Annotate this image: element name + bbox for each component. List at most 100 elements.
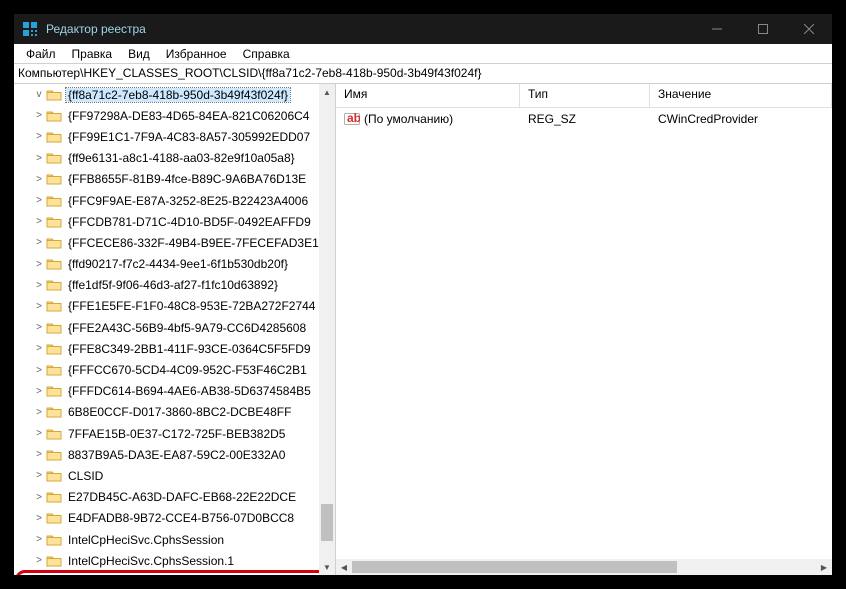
expand-icon[interactable]: > (32, 259, 46, 270)
tree-item[interactable]: >{BDEADE7F-C265-11D0-BCED-00A0C90AB (14, 571, 335, 575)
expand-icon[interactable]: > (32, 322, 46, 333)
tree-item[interactable]: >{ffe1df5f-9f06-46d3-af27-f1fc10d63892} (14, 275, 335, 296)
folder-icon (46, 533, 62, 547)
folder-icon (46, 490, 62, 504)
expand-icon[interactable]: > (32, 428, 46, 439)
window: Редактор реестра Файл Правка Вид Избранн… (11, 11, 835, 578)
tree-item[interactable]: > {FFE2A43C-56B9-4bf5-9A79-CC6D4285608 (14, 317, 335, 338)
tree-item[interactable]: >6B8E0CCF-D017-3860-8BC2-DCBE48FF (14, 402, 335, 423)
expand-icon[interactable]: > (32, 492, 46, 503)
expand-icon[interactable]: > (32, 153, 46, 164)
tree-item[interactable]: >{ff9e6131-a8c1-4188-aa03-82e9f10a05a8} (14, 148, 335, 169)
tree-item[interactable]: > IntelCpHeciSvc.CphsSession.1 (14, 550, 335, 571)
expand-icon[interactable]: > (32, 365, 46, 376)
expand-icon[interactable]: > (32, 110, 46, 121)
folder-icon (46, 321, 62, 335)
folder-icon (46, 554, 62, 568)
tree-item[interactable]: >{FF97298A-DE83-4D65-84EA-821C06206C4 (14, 105, 335, 126)
expand-icon[interactable]: > (32, 301, 46, 312)
tree-item[interactable]: > E4DFADB8-9B72-CCE4-B756-07D0BCC8 (14, 508, 335, 529)
value-row[interactable]: ab (По умолчанию) REG_SZ CWinCredProvide… (336, 108, 832, 130)
folder-icon (46, 278, 62, 292)
value-type: REG_SZ (528, 112, 576, 126)
expand-icon[interactable]: > (32, 216, 46, 227)
expand-icon[interactable]: > (32, 237, 46, 248)
tree-item[interactable]: > {FFC9F9AE-E87A-3252-8E25-B22423A4006 (14, 190, 335, 211)
tree-item-label: CLSID (66, 469, 105, 483)
tree-item[interactable]: >{FFFCC670-5CD4-4C09-952C-F53F46C2B1 (14, 359, 335, 380)
col-name[interactable]: Имя (336, 84, 520, 107)
tree-item[interactable]: >IntelCpHeciSvc.CphsSession (14, 529, 335, 550)
expand-icon[interactable]: > (32, 386, 46, 397)
expand-icon[interactable]: > (32, 343, 46, 354)
tree-item-label: IntelCpHeciSvc.CphsSession.1 (66, 554, 236, 568)
folder-icon (46, 299, 62, 313)
tree-panel: v {ff8a71c2-7eb8-418b-950d-3b49f43f024f} >… (14, 84, 336, 575)
col-type[interactable]: Тип (520, 84, 650, 107)
svg-text:ab: ab (347, 112, 360, 125)
tree-item-label: {FFFDC614-B694-4AE6-AB38-5D6374584B5 (66, 384, 313, 398)
tree-item-label: {ff8a71c2-7eb8-418b-950d-3b49f43f024f} (66, 88, 290, 102)
tree-item[interactable]: > {FF99E1C1-7F9A-4C83-8A57-305992EDD07 (14, 126, 335, 147)
tree-item-label: {FFC9F9AE-E87A-3252-8E25-B22423A4006 (66, 194, 310, 208)
expand-icon[interactable]: > (32, 449, 46, 460)
tree-item-label: E4DFADB8-9B72-CCE4-B756-07D0BCC8 (66, 511, 296, 525)
expand-icon[interactable]: > (32, 555, 46, 566)
column-headers: Имя Тип Значение (336, 84, 832, 108)
close-button[interactable] (786, 14, 832, 44)
tree-item[interactable]: >7FFAE15B-0E37-C172-725F-BEB382D5 (14, 423, 335, 444)
expand-icon[interactable]: > (32, 534, 46, 545)
regedit-icon (22, 21, 38, 37)
tree-item[interactable]: > {FFE1E5FE-F1F0-48C8-953E-72BA272F2744 (14, 296, 335, 317)
scroll-left-icon[interactable]: ◀ (336, 559, 352, 575)
tree-item[interactable]: >{FFCDB781-D71C-4D10-BD5F-0492EAFFD9 (14, 211, 335, 232)
expand-icon[interactable]: > (32, 280, 46, 291)
menu-edit[interactable]: Правка (64, 45, 121, 63)
expand-icon[interactable]: > (32, 195, 46, 206)
scroll-right-icon[interactable]: ▶ (816, 559, 832, 575)
folder-icon (46, 130, 62, 144)
folder-icon (46, 363, 62, 377)
hscroll-thumb[interactable] (352, 561, 677, 573)
scroll-up-icon[interactable]: ▲ (319, 84, 335, 100)
tree-item[interactable]: > {ffd90217-f7c2-4434-9ee1-6f1b530db20f} (14, 254, 335, 275)
tree-item[interactable]: >8837B9A5-DA3E-EA87-59C2-00E332A0 (14, 444, 335, 465)
col-value[interactable]: Значение (650, 84, 832, 107)
values-panel: Имя Тип Значение ab (По умолчанию) REG_S… (336, 84, 832, 575)
tree-item-label: E27DB45C-A63D-DAFC-EB68-22E22DCE (66, 490, 298, 504)
tree-item[interactable]: > CLSID (14, 465, 335, 486)
tree-item[interactable]: > {FFB8655F-81B9-4fce-B89C-9A6BA76D13E (14, 169, 335, 190)
address-bar[interactable]: Компьютер\HKEY_CLASSES_ROOT\CLSID\{ff8a7… (14, 64, 832, 84)
tree-item[interactable]: >{FFCECE86-332F-49B4-B9EE-7FECEFAD3E1 (14, 232, 335, 253)
tree-scrollbar[interactable]: ▲ ▼ (319, 84, 335, 575)
minimize-button[interactable] (694, 14, 740, 44)
tree-item-label: {FFE1E5FE-F1F0-48C8-953E-72BA272F2744 (66, 299, 317, 313)
expand-icon[interactable]: > (32, 131, 46, 142)
tree-item-label: {FF99E1C1-7F9A-4C83-8A57-305992EDD07 (66, 130, 312, 144)
tree-item-label: {FFE2A43C-56B9-4bf5-9A79-CC6D4285608 (66, 321, 308, 335)
value-name: (По умолчанию) (364, 112, 453, 126)
tree-item[interactable]: > E27DB45C-A63D-DAFC-EB68-22E22DCE (14, 487, 335, 508)
scroll-thumb[interactable] (321, 504, 333, 541)
maximize-button[interactable] (740, 14, 786, 44)
tree-item-label: 6B8E0CCF-D017-3860-8BC2-DCBE48FF (66, 405, 293, 419)
tree-item[interactable]: > {FFFDC614-B694-4AE6-AB38-5D6374584B5 (14, 381, 335, 402)
expand-icon[interactable]: v (32, 89, 46, 100)
tree-item[interactable]: v {ff8a71c2-7eb8-418b-950d-3b49f43f024f} (14, 84, 335, 105)
titlebar: Редактор реестра (14, 14, 832, 44)
menu-file[interactable]: Файл (18, 45, 64, 63)
scroll-down-icon[interactable]: ▼ (319, 559, 335, 575)
menu-favorites[interactable]: Избранное (158, 45, 235, 63)
folder-icon (46, 257, 62, 271)
menu-help[interactable]: Справка (235, 45, 298, 63)
expand-icon[interactable]: > (32, 470, 46, 481)
tree-item[interactable]: >{FFE8C349-2BB1-411F-93CE-0364C5F5FD9 (14, 338, 335, 359)
expand-icon[interactable]: > (32, 513, 46, 524)
folder-icon (46, 384, 62, 398)
tree-item-label: {FFB8655F-81B9-4fce-B89C-9A6BA76D13E (66, 172, 308, 186)
expand-icon[interactable]: > (32, 174, 46, 185)
expand-icon[interactable]: > (32, 407, 46, 418)
tree-item-label: {ffd90217-f7c2-4434-9ee1-6f1b530db20f} (66, 257, 290, 271)
menu-view[interactable]: Вид (120, 45, 158, 63)
hscrollbar[interactable]: ◀ ▶ (336, 559, 832, 575)
